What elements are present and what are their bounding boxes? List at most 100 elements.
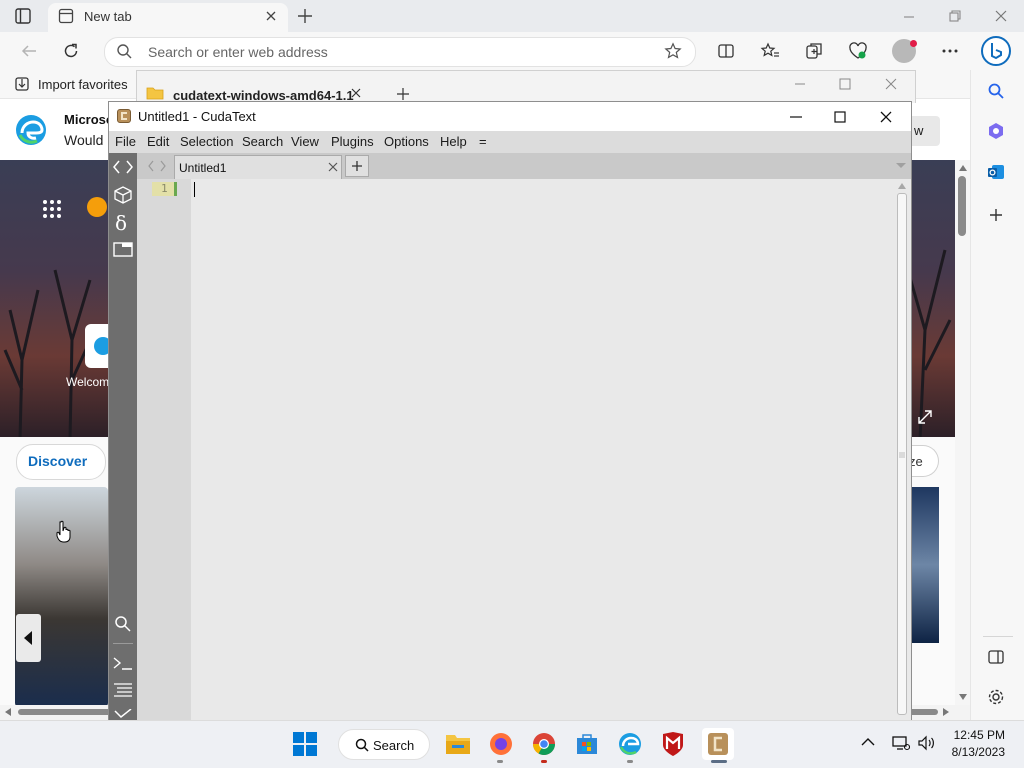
menu-edit[interactable]: Edit [147, 134, 169, 149]
editor-text-area[interactable] [191, 179, 895, 721]
tab-scroll-arrows-icon[interactable] [147, 160, 167, 172]
mcafee-taskbar-icon[interactable] [657, 728, 689, 760]
quicklink-label: Welcom [66, 375, 110, 389]
editor-new-tab-button[interactable] [345, 155, 369, 177]
tab-actions-icon[interactable] [14, 7, 32, 25]
expand-icon[interactable] [916, 408, 934, 426]
cuda-close-icon[interactable] [879, 110, 893, 124]
import-favorites-icon [14, 76, 30, 92]
sidebar-copilot-icon[interactable] [987, 122, 1005, 140]
tab-title: New tab [84, 9, 132, 24]
menu-search[interactable]: Search [242, 134, 283, 149]
sidebar-divider-line [113, 643, 133, 644]
tabs-panel-icon[interactable] [113, 241, 133, 257]
browser-essentials-icon[interactable] [848, 42, 868, 60]
feed-card-image-right[interactable] [912, 487, 939, 643]
editor-vscroll-thumb[interactable] [897, 193, 907, 715]
favorites-icon[interactable] [760, 42, 780, 60]
refresh-icon[interactable] [62, 42, 80, 60]
tab-menu-chevron-icon[interactable] [895, 162, 907, 170]
weather-icon[interactable] [87, 197, 107, 217]
discover-label: Discover [28, 453, 88, 469]
edge-taskbar-icon[interactable] [614, 728, 646, 760]
split-screen-icon[interactable] [717, 42, 735, 60]
snippets-delta-icon[interactable]: δ [115, 211, 127, 235]
cudatext-taskbar-icon[interactable] [702, 728, 734, 760]
bing-icon [991, 43, 1002, 60]
restore-icon[interactable] [948, 9, 962, 23]
search-icon [116, 43, 132, 59]
menu-selection[interactable]: Selection [180, 134, 233, 149]
store-taskbar-icon[interactable] [571, 728, 603, 760]
hide-sidebar-icon[interactable] [987, 648, 1005, 666]
taskbar-clock-time[interactable]: 12:45 PM [950, 728, 1005, 742]
cudatext-app-icon [117, 109, 131, 123]
plus-icon [352, 161, 362, 171]
page-scrollbar[interactable] [955, 160, 970, 705]
editor-scroll-up-icon[interactable] [897, 182, 907, 190]
editor-gutter: 1 [137, 179, 191, 721]
collections-icon[interactable] [805, 42, 823, 60]
menu-options[interactable]: Options [384, 134, 429, 149]
banner-subtitle: Would [64, 132, 104, 148]
chrome-taskbar-icon[interactable] [528, 728, 560, 760]
output-list-icon[interactable] [113, 682, 133, 698]
banner-action-label: w [914, 123, 924, 138]
page-scroll-thumb[interactable] [958, 176, 966, 236]
feed-prev-button[interactable] [16, 614, 41, 662]
cuda-minimize-icon[interactable] [789, 110, 803, 124]
menu-file[interactable]: File [115, 134, 136, 149]
edge-running-indicator [627, 760, 633, 763]
taskbar-clock-date[interactable]: 8/13/2023 [945, 745, 1005, 759]
explorer-maximize-icon[interactable] [839, 78, 851, 90]
firefox-taskbar-icon[interactable] [485, 728, 517, 760]
file-explorer-taskbar-icon[interactable] [442, 728, 474, 760]
text-caret [194, 182, 195, 197]
sidebar-settings-gear-icon[interactable] [987, 688, 1005, 706]
back-arrow-icon[interactable] [20, 42, 38, 60]
favorite-star-icon[interactable] [664, 42, 682, 60]
sidebar-add-icon[interactable] [987, 206, 1005, 224]
taskbar-search-box[interactable]: Search [338, 729, 430, 760]
validate-check-icon[interactable] [113, 709, 133, 719]
volume-icon[interactable] [917, 735, 935, 751]
bing-copilot-button[interactable] [981, 36, 1011, 66]
import-favorites-link[interactable]: Import favorites [38, 77, 128, 92]
sidebar-search-icon[interactable] [987, 82, 1005, 100]
start-windows-icon[interactable] [293, 732, 317, 756]
console-icon[interactable] [113, 656, 133, 670]
code-tree-icon[interactable] [113, 159, 133, 175]
show-hidden-icons-chevron-icon[interactable] [861, 737, 875, 747]
close-tab-icon[interactable] [264, 9, 278, 23]
explorer-tab-close-icon[interactable] [350, 87, 362, 99]
newtab-page-icon [58, 8, 74, 24]
grip-icon [899, 452, 905, 458]
close-window-icon[interactable] [994, 9, 1008, 23]
menu-plugins[interactable]: Plugins [331, 134, 374, 149]
menu-help[interactable]: Help [440, 134, 467, 149]
caret-left-icon [24, 631, 32, 645]
minimize-icon[interactable] [902, 10, 916, 24]
cudatext-sidebar: δ [109, 153, 137, 721]
explorer-minimize-icon[interactable] [794, 78, 806, 90]
sidebar-outlook-icon[interactable] [987, 163, 1005, 181]
editor-tab-close-icon[interactable] [328, 162, 338, 172]
editor-tab-label: Untitled1 [179, 161, 227, 175]
banner-action-button[interactable]: w [908, 116, 940, 146]
address-placeholder: Search or enter web address [148, 44, 328, 60]
menu-view[interactable]: View [291, 134, 319, 149]
menu-extra[interactable]: = [479, 134, 487, 149]
project-box-icon[interactable] [113, 186, 133, 204]
explorer-new-tab-icon[interactable] [396, 87, 410, 101]
sidebar-search-glass-icon[interactable] [114, 615, 132, 633]
explorer-close-icon[interactable] [885, 78, 897, 90]
cuda-maximize-icon[interactable] [833, 110, 847, 124]
cudatext-window: Untitled1 - CudaText File Edit Selection… [108, 101, 912, 721]
new-tab-plus-icon[interactable] [296, 7, 314, 25]
more-options-icon[interactable] [941, 42, 959, 60]
quicklink-tile[interactable] [85, 324, 112, 368]
network-status-icon[interactable] [892, 735, 910, 751]
apps-launcher-icon[interactable] [42, 199, 62, 219]
chrome-running-indicator [541, 760, 547, 763]
firefox-running-indicator [497, 760, 503, 763]
